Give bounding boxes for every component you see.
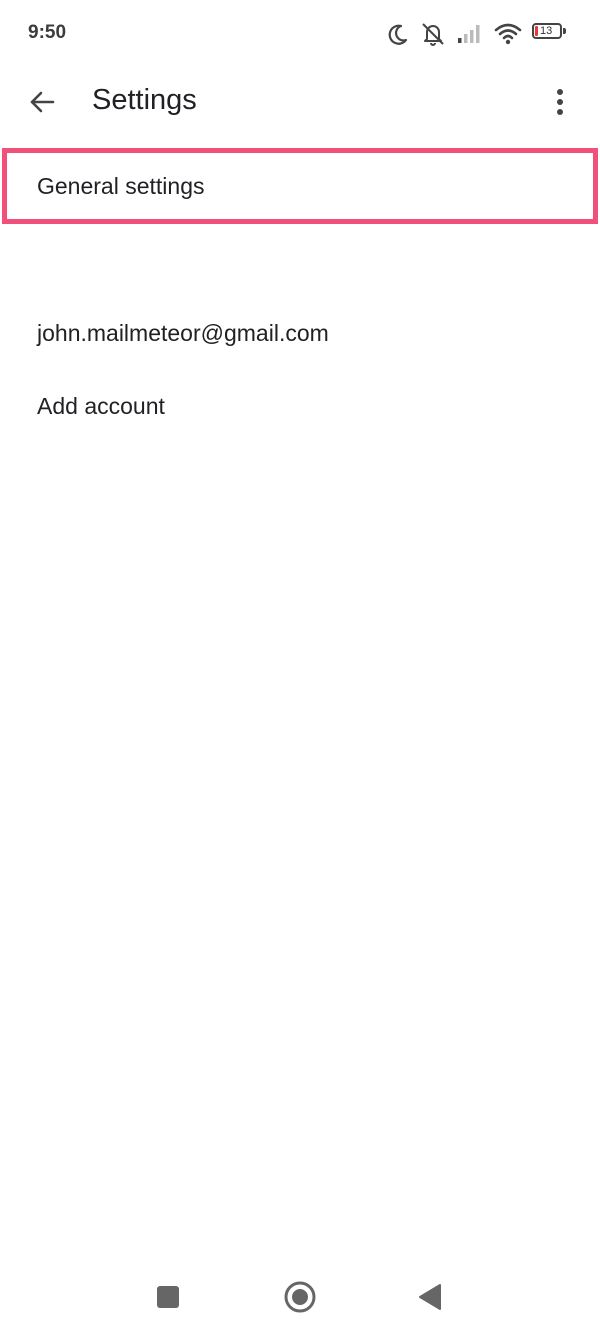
navigation-bar xyxy=(0,1262,600,1334)
wifi-icon xyxy=(494,20,522,48)
list-item-general-settings[interactable]: General settings xyxy=(0,152,600,220)
page-title: Settings xyxy=(92,84,197,116)
list-item-label: General settings xyxy=(37,172,205,199)
battery-level: 13 xyxy=(540,24,553,37)
system-back-button[interactable] xyxy=(405,1272,455,1322)
list-item-add-account[interactable]: Add account xyxy=(0,371,600,441)
list-item-account[interactable]: john.mailmeteor@gmail.com xyxy=(0,298,600,368)
moon-icon xyxy=(386,20,410,48)
status-icons: 13 xyxy=(376,20,568,48)
list-item-label: john.mailmeteor@gmail.com xyxy=(37,319,329,346)
back-button[interactable] xyxy=(22,82,62,122)
recents-button[interactable] xyxy=(143,1272,193,1322)
back-triangle-icon xyxy=(419,1284,441,1310)
home-button[interactable] xyxy=(275,1272,325,1322)
home-circle-icon xyxy=(284,1281,316,1313)
status-bar: 9:50 13 xyxy=(0,0,600,70)
status-time: 9:50 xyxy=(28,22,67,43)
more-options-button[interactable] xyxy=(540,82,580,122)
app-bar: Settings xyxy=(0,70,600,132)
list-item-label: Add account xyxy=(37,392,165,419)
signal-icon xyxy=(456,20,484,48)
recents-square-icon xyxy=(157,1286,179,1308)
battery-icon: 13 xyxy=(532,22,568,51)
bell-off-icon xyxy=(420,20,446,48)
arrow-back-icon xyxy=(30,91,55,113)
more-vert-icon xyxy=(557,89,563,115)
